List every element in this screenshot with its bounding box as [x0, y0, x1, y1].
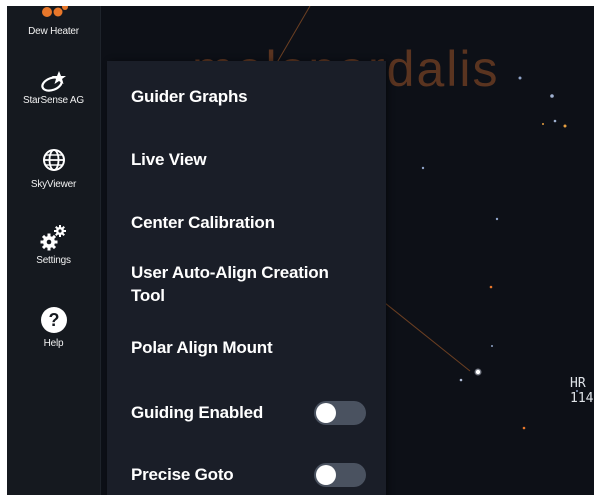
guiding-enabled-toggle[interactable]	[314, 401, 366, 425]
precise-goto-label: Precise Goto	[131, 465, 234, 484]
sidebar-item-settings[interactable]: Settings	[7, 223, 100, 266]
help-icon: ?	[40, 307, 67, 333]
star	[550, 94, 554, 98]
star	[553, 119, 557, 123]
sidebar-item-starsense-ag[interactable]: StarSense AG	[7, 69, 100, 106]
guiding-enabled-label: Guiding Enabled	[131, 403, 264, 422]
tools-menu: Guider Graphs Live View Center Calibrati…	[107, 61, 386, 495]
toggle-knob	[316, 403, 336, 423]
dew-heater-icon	[41, 6, 68, 17]
menu-item-user-auto-align[interactable]: User Auto-Align Creation Tool	[131, 261, 331, 307]
app-window: melopardalis HR 1148 Dew Heater StarSens…	[7, 6, 594, 495]
star	[495, 217, 499, 221]
sidebar-item-label: Settings	[36, 255, 71, 266]
sidebar-item-dew-heater[interactable]: Dew Heater	[7, 6, 100, 37]
star	[518, 76, 522, 80]
sidebar-item-help[interactable]: ? Help	[7, 306, 100, 349]
star	[421, 166, 425, 170]
starsense-icon	[40, 71, 66, 92]
toggle-knob	[316, 465, 336, 485]
menu-item-live-view[interactable]: Live View	[131, 148, 207, 171]
menu-item-guider-graphs[interactable]: Guider Graphs	[131, 85, 248, 108]
sidebar-item-label: SkyViewer	[30, 179, 77, 190]
star	[459, 378, 463, 382]
sidebar: Dew Heater StarSense AG SkyViewer Settin…	[7, 6, 101, 495]
svg-text:?: ?	[48, 310, 59, 330]
star-label: HR 1148	[570, 376, 594, 406]
star	[522, 426, 526, 430]
sidebar-item-label: Help	[43, 338, 64, 349]
sidebar-item-label: Dew Heater	[28, 26, 79, 37]
precise-goto-toggle[interactable]	[314, 463, 366, 487]
star	[489, 285, 493, 289]
star	[563, 124, 567, 128]
gears-icon	[40, 225, 66, 251]
menu-item-polar-align[interactable]: Polar Align Mount	[131, 336, 273, 359]
sidebar-item-label: StarSense AG	[23, 95, 84, 106]
star	[491, 345, 493, 347]
star	[542, 123, 544, 125]
star-hr1148[interactable]	[475, 369, 481, 375]
globe-icon	[42, 149, 65, 171]
menu-item-center-calibration[interactable]: Center Calibration	[131, 211, 275, 234]
sidebar-item-skyviewer[interactable]: SkyViewer	[7, 147, 100, 190]
